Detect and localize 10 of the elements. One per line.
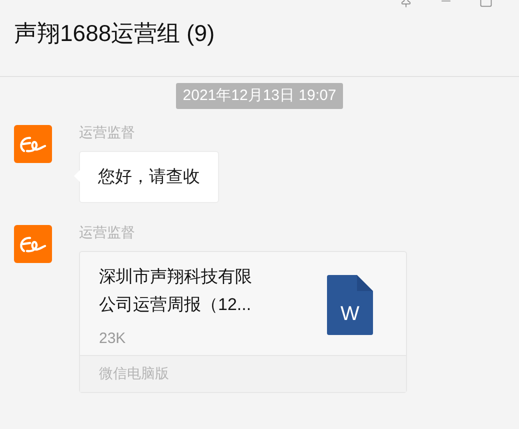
document-icon: W xyxy=(327,275,373,335)
logo-avatar-icon xyxy=(14,225,52,263)
logo-avatar-icon xyxy=(14,125,52,163)
file-card[interactable]: 深圳市声翔科技有限 公司运营周报（12... 23K W 微信电脑版 xyxy=(79,251,407,393)
source-label: 微信电脑版 xyxy=(99,365,169,381)
sender-name: 运营监督 xyxy=(79,223,135,241)
sender-name: 运营监督 xyxy=(79,123,135,141)
window-title: 声翔1688运营组 (9) xyxy=(14,19,215,48)
file-name: 深圳市声翔科技有限 公司运营周报（12... xyxy=(99,266,252,316)
file-size: 23K xyxy=(99,329,126,349)
